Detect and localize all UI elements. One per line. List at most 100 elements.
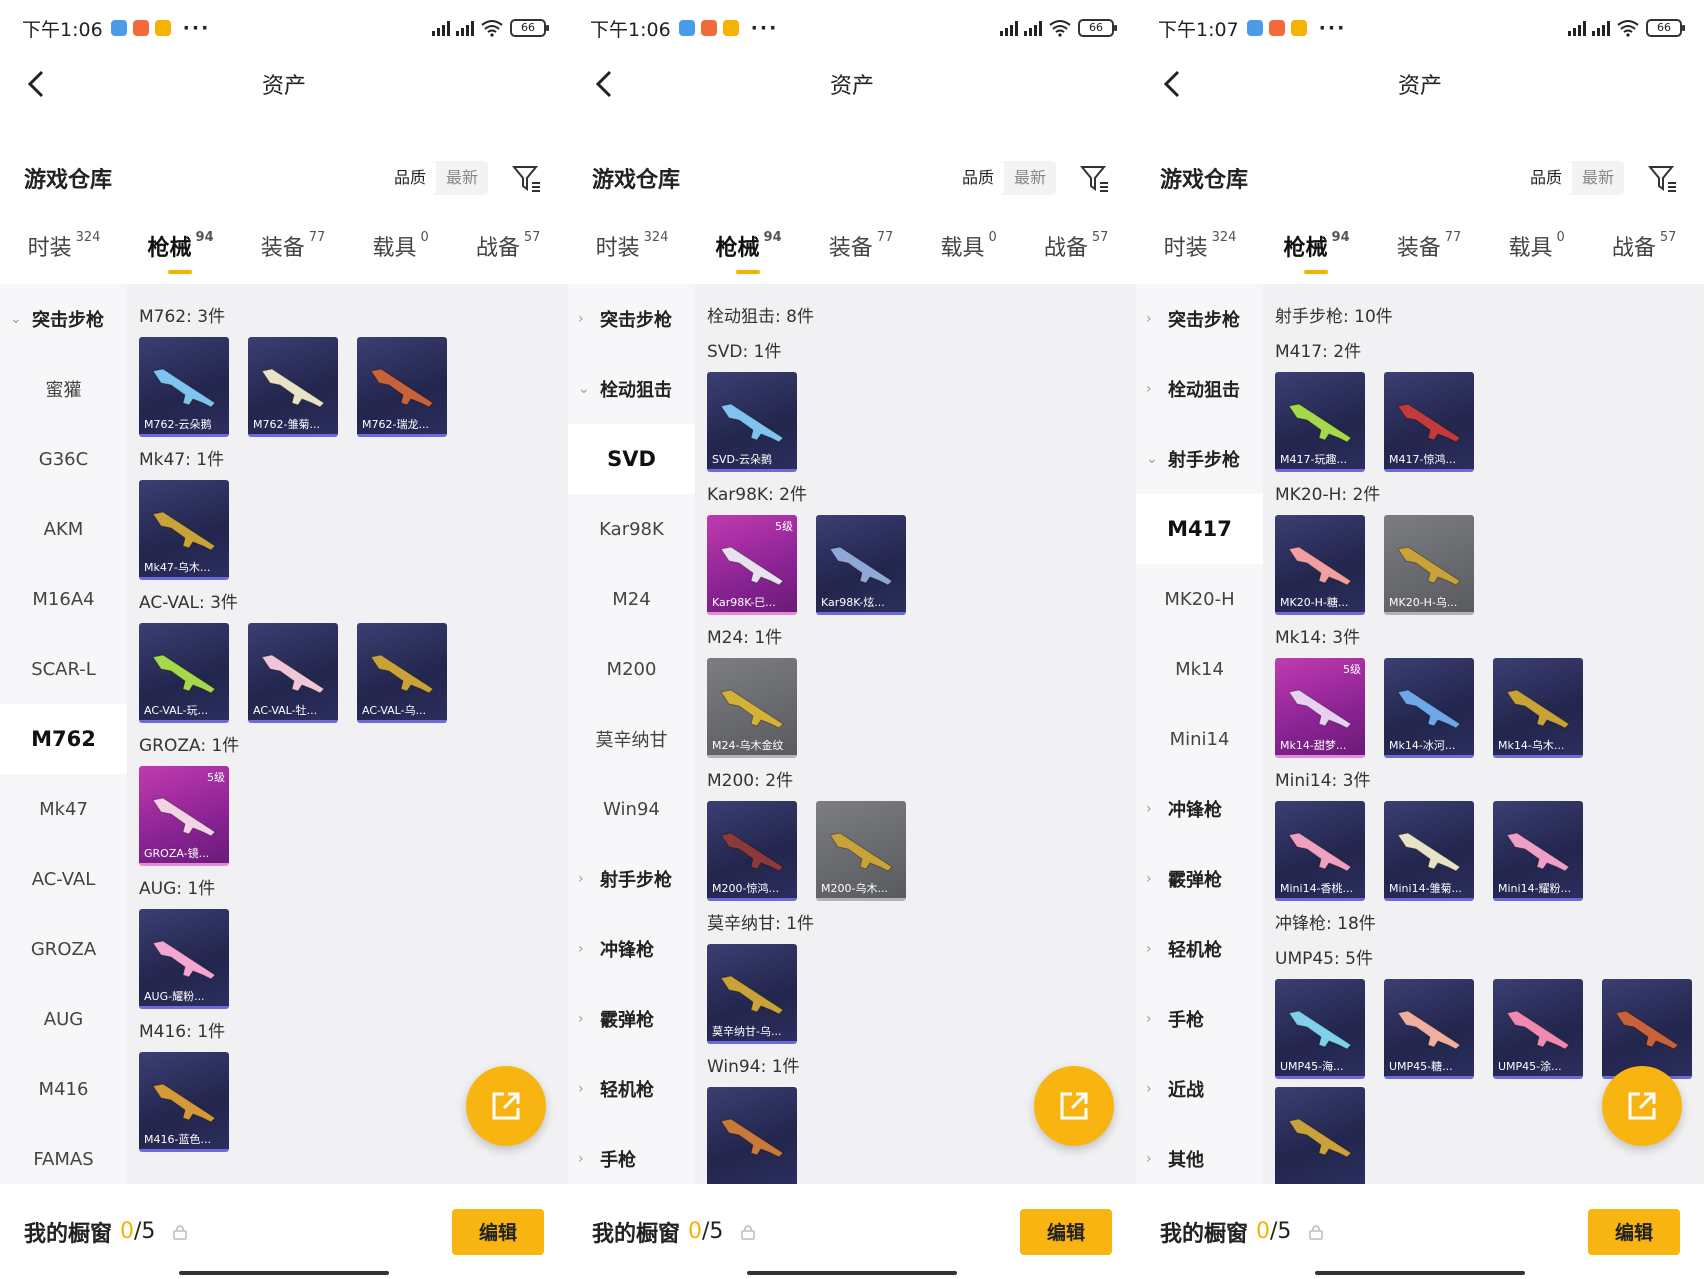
sidebar-group[interactable]: › 栓动狙击: [1136, 354, 1263, 424]
edit-button[interactable]: 编辑: [452, 1208, 544, 1255]
filter-icon[interactable]: [510, 161, 544, 195]
sidebar-group[interactable]: › 霰弹枪: [568, 984, 695, 1054]
item-card[interactable]: M762-雏菊...: [248, 337, 338, 437]
sidebar-item[interactable]: Win94: [568, 774, 695, 844]
item-card[interactable]: 5级 GROZA-镜...: [139, 766, 229, 866]
sidebar-item[interactable]: MK20-H: [1136, 564, 1263, 634]
item-card[interactable]: UMP45-糖...: [1384, 979, 1474, 1079]
sidebar-group[interactable]: › 冲锋枪: [568, 914, 695, 984]
tab-3[interactable]: 载具 0: [372, 230, 428, 262]
sidebar-item[interactable]: M416: [0, 1054, 127, 1124]
sidebar-item[interactable]: M16A4: [0, 564, 127, 634]
tab-2[interactable]: 装备 77: [829, 230, 894, 262]
item-card[interactable]: M417-惊鸿...: [1384, 372, 1474, 472]
item-card[interactable]: AC-VAL-乌...: [357, 623, 447, 723]
item-card[interactable]: SVD-云朵鹅: [707, 372, 797, 472]
item-card[interactable]: AC-VAL-牡...: [248, 623, 338, 723]
sort-newest-button[interactable]: 最新: [1004, 161, 1056, 195]
item-card[interactable]: M200-乌木...: [816, 801, 906, 901]
item-card[interactable]: Mini14-香桃...: [1275, 801, 1365, 901]
sort-newest-button[interactable]: 最新: [436, 161, 488, 195]
sort-quality-button[interactable]: 品质: [951, 161, 1004, 195]
sidebar-group[interactable]: ⌄ 栓动狙击: [568, 354, 695, 424]
tab-2[interactable]: 装备 77: [1397, 230, 1462, 262]
sidebar-group[interactable]: › 轻机枪: [568, 1054, 695, 1124]
tab-0[interactable]: 时装 324: [596, 230, 669, 262]
sidebar-item[interactable]: 蜜獾: [0, 354, 127, 424]
sidebar-item[interactable]: AKM: [0, 494, 127, 564]
item-card[interactable]: M200-惊鸿...: [707, 801, 797, 901]
tab-4[interactable]: 战备 57: [1612, 230, 1677, 262]
sidebar-item[interactable]: AC-VAL: [0, 844, 127, 914]
sidebar-item[interactable]: Mk14: [1136, 634, 1263, 704]
share-button[interactable]: [466, 1066, 546, 1146]
sidebar-group[interactable]: › 手枪: [1136, 984, 1263, 1054]
tab-1[interactable]: 枪械 94: [148, 230, 214, 274]
back-arrow-icon[interactable]: [1156, 66, 1192, 102]
sidebar-item[interactable]: G36C: [0, 424, 127, 494]
sidebar-item[interactable]: M762: [0, 704, 127, 774]
item-card[interactable]: M416-蓝色...: [139, 1052, 229, 1152]
sidebar-item[interactable]: Kar98K: [568, 494, 695, 564]
back-arrow-icon[interactable]: [588, 66, 624, 102]
sidebar-item[interactable]: 莫辛纳甘: [568, 704, 695, 774]
share-button[interactable]: [1034, 1066, 1114, 1146]
item-card[interactable]: MK20-H-糖...: [1275, 515, 1365, 615]
item-card[interactable]: M417-玩趣...: [1275, 372, 1365, 472]
tab-3[interactable]: 载具 0: [1508, 230, 1564, 262]
sidebar-group[interactable]: ⌄ 突击步枪: [0, 284, 127, 354]
tab-4[interactable]: 战备 57: [1044, 230, 1109, 262]
item-card[interactable]: UMP45-海...: [1275, 979, 1365, 1079]
sidebar-group[interactable]: › 突击步枪: [1136, 284, 1263, 354]
edit-button[interactable]: 编辑: [1020, 1208, 1112, 1255]
item-card[interactable]: Mk14-乌木...: [1493, 658, 1583, 758]
tab-1[interactable]: 枪械 94: [716, 230, 782, 274]
item-card[interactable]: 莫辛纳甘-乌...: [707, 944, 797, 1044]
sidebar-item[interactable]: Mini14: [1136, 704, 1263, 774]
item-card[interactable]: AUG-耀粉...: [139, 909, 229, 1009]
item-card[interactable]: Mini14-雏菊...: [1384, 801, 1474, 901]
sort-quality-button[interactable]: 品质: [1519, 161, 1572, 195]
filter-icon[interactable]: [1078, 161, 1112, 195]
tab-0[interactable]: 时装 324: [28, 230, 101, 262]
item-card[interactable]: [1275, 1087, 1365, 1184]
item-card[interactable]: M762-云朵鹅: [139, 337, 229, 437]
sidebar-item[interactable]: AUG: [0, 984, 127, 1054]
item-card[interactable]: Mini14-耀粉...: [1493, 801, 1583, 901]
sidebar-group[interactable]: › 近战: [1136, 1054, 1263, 1124]
item-card[interactable]: Mk47-乌木...: [139, 480, 229, 580]
sidebar-group[interactable]: › 手枪: [568, 1124, 695, 1184]
item-card[interactable]: [1602, 979, 1692, 1079]
sidebar-group[interactable]: › 突击步枪: [568, 284, 695, 354]
item-card[interactable]: Mk14-冰河...: [1384, 658, 1474, 758]
item-card[interactable]: 5级 Kar98K-巳...: [707, 515, 797, 615]
item-card[interactable]: 5级 Mk14-甜梦...: [1275, 658, 1365, 758]
sidebar-item[interactable]: M417: [1136, 494, 1263, 564]
sidebar-item[interactable]: M24: [568, 564, 695, 634]
back-arrow-icon[interactable]: [20, 66, 56, 102]
tab-0[interactable]: 时装 324: [1164, 230, 1237, 262]
tab-4[interactable]: 战备 57: [476, 230, 541, 262]
sidebar-group[interactable]: › 霰弹枪: [1136, 844, 1263, 914]
sidebar-group[interactable]: › 冲锋枪: [1136, 774, 1263, 844]
sidebar-item[interactable]: FAMAS: [0, 1124, 127, 1184]
item-card[interactable]: UMP45-涂...: [1493, 979, 1583, 1079]
share-button[interactable]: [1602, 1066, 1682, 1146]
filter-icon[interactable]: [1646, 161, 1680, 195]
tab-3[interactable]: 载具 0: [940, 230, 996, 262]
item-card[interactable]: [707, 1087, 797, 1184]
item-card[interactable]: M762-瑞龙...: [357, 337, 447, 437]
sidebar-group[interactable]: ⌄ 射手步枪: [1136, 424, 1263, 494]
item-card[interactable]: Kar98K-炫...: [816, 515, 906, 615]
item-card[interactable]: M24-乌木金纹: [707, 658, 797, 758]
sidebar-item[interactable]: SCAR-L: [0, 634, 127, 704]
sidebar-item[interactable]: GROZA: [0, 914, 127, 984]
sidebar-group[interactable]: › 轻机枪: [1136, 914, 1263, 984]
sidebar-item[interactable]: M200: [568, 634, 695, 704]
tab-2[interactable]: 装备 77: [261, 230, 326, 262]
sidebar-item[interactable]: SVD: [568, 424, 695, 494]
sort-quality-button[interactable]: 品质: [383, 161, 436, 195]
item-card[interactable]: MK20-H-乌...: [1384, 515, 1474, 615]
sidebar-group[interactable]: › 其他: [1136, 1124, 1263, 1184]
sidebar-item[interactable]: Mk47: [0, 774, 127, 844]
